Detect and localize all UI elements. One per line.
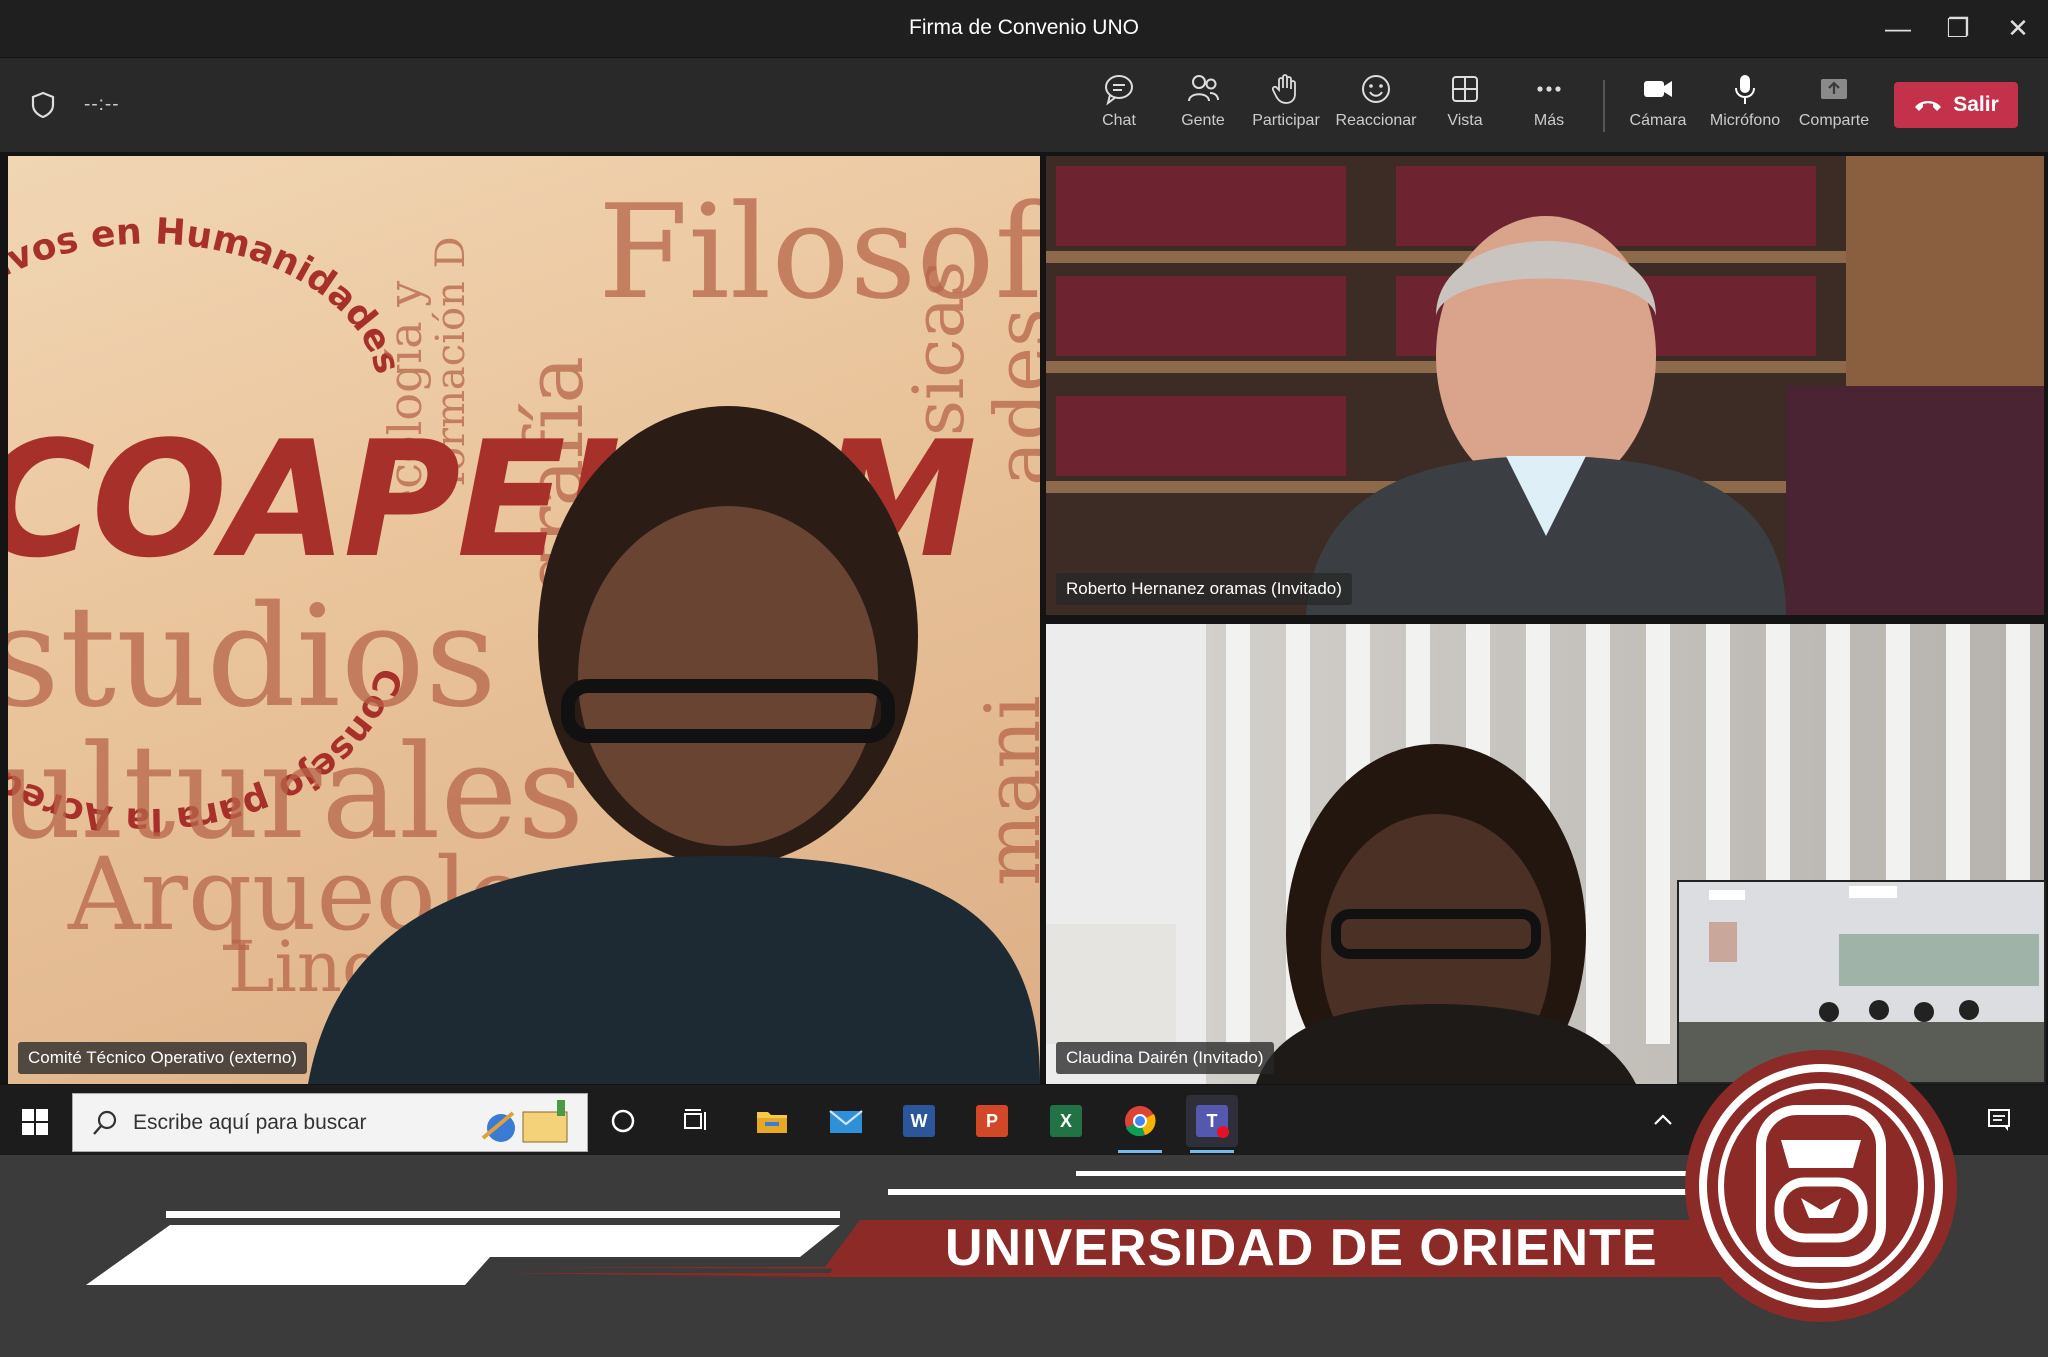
- react-button[interactable]: Reaccionar: [1333, 72, 1419, 144]
- hang-up-icon: [1915, 101, 1942, 111]
- leave-button[interactable]: Salir: [1894, 82, 2018, 128]
- microphone-label: Micrófono: [1709, 112, 1781, 129]
- excel-button[interactable]: X: [1040, 1095, 1092, 1147]
- close-button[interactable]: ✕: [1988, 0, 2048, 57]
- more-icon: [1537, 86, 1561, 92]
- grid-view-icon: [1452, 76, 1478, 102]
- mail-button[interactable]: [820, 1095, 872, 1147]
- raise-hand-icon: [1271, 74, 1296, 104]
- video-tile-main[interactable]: tivos en Humanidades Consejo para la Acr…: [8, 156, 1040, 1084]
- search-highlight-illustration-icon: [481, 1100, 568, 1143]
- shield-icon[interactable]: [30, 91, 56, 119]
- chrome-icon: [1125, 1106, 1156, 1137]
- chat-icon: [1105, 75, 1133, 106]
- camera-icon: [1644, 81, 1672, 97]
- banner-university-name: UNIVERSIDAD DE ORIENTE: [945, 1219, 1658, 1277]
- cortana-button[interactable]: [597, 1095, 649, 1147]
- search-icon: [93, 1110, 117, 1135]
- task-view-icon: [684, 1109, 706, 1130]
- microphone-button[interactable]: Micrófono: [1702, 72, 1788, 144]
- taskbar-search-box[interactable]: Escribe aquí para buscar: [72, 1093, 588, 1152]
- people-label: Gente: [1181, 112, 1225, 129]
- file-explorer-button[interactable]: [746, 1095, 798, 1147]
- search-placeholder: Escribe aquí para buscar: [133, 1111, 367, 1134]
- camera-label: Cámara: [1629, 112, 1687, 129]
- more-label: Más: [1533, 112, 1565, 129]
- university-logo-seal: [1685, 1050, 1957, 1322]
- camera-button[interactable]: Cámara: [1615, 72, 1701, 144]
- chrome-active-indicator: [1118, 1150, 1162, 1153]
- word-button[interactable]: W: [893, 1095, 945, 1147]
- restore-button[interactable]: ❐: [1928, 0, 1988, 57]
- cortana-icon: [611, 1109, 635, 1133]
- chat-button[interactable]: Chat: [1076, 72, 1162, 144]
- participant-silhouette-main: [308, 406, 1040, 1084]
- share-icon: [1821, 79, 1847, 99]
- powerpoint-button[interactable]: P: [966, 1095, 1018, 1147]
- windows-start-icon[interactable]: [20, 1107, 50, 1137]
- smiley-icon: [1362, 75, 1390, 103]
- view-button[interactable]: Vista: [1422, 72, 1508, 144]
- chrome-button[interactable]: [1114, 1095, 1166, 1153]
- leave-label: Salir: [1953, 93, 1999, 116]
- participant-name-main: Comité Técnico Operativo (externo): [18, 1042, 307, 1074]
- meeting-timer: --:--: [84, 94, 120, 115]
- chevron-up-icon[interactable]: [1652, 1109, 1674, 1131]
- view-label: Vista: [1447, 112, 1483, 129]
- chat-label: Chat: [1102, 112, 1136, 129]
- teams-active-indicator: [1190, 1150, 1234, 1153]
- notifications-icon[interactable]: [1986, 1107, 2012, 1133]
- react-label: Reaccionar: [1335, 112, 1417, 129]
- video-tile-top-right[interactable]: Roberto Hernanez oramas (Invitado): [1046, 156, 2044, 615]
- more-button[interactable]: Más: [1506, 72, 1592, 144]
- word-icon: W: [903, 1105, 935, 1137]
- teams-recording-badge-icon: [1217, 1126, 1229, 1138]
- task-view-button[interactable]: [670, 1095, 722, 1147]
- microphone-icon: [1735, 75, 1755, 104]
- mail-icon: [829, 1110, 863, 1133]
- share-label: Comparte: [1798, 112, 1870, 129]
- participant-name-top-right: Roberto Hernanez oramas (Invitado): [1056, 573, 1352, 605]
- folder-icon: [757, 1112, 787, 1133]
- teams-button[interactable]: T: [1186, 1095, 1238, 1153]
- people-icon: [1188, 75, 1219, 102]
- video-grid: tivos en Humanidades Consejo para la Acr…: [0, 152, 2048, 1085]
- bookshelf-background: [1046, 156, 2044, 615]
- minimize-button[interactable]: —: [1868, 0, 1928, 57]
- title-bar: Firma de Convenio UNO — ❐ ✕: [0, 0, 2048, 57]
- raise-hand-label: Participar: [1252, 112, 1320, 129]
- share-button[interactable]: Comparte: [1791, 72, 1877, 144]
- participant-name-bottom-right: Claudina Dairén (Invitado): [1056, 1042, 1274, 1074]
- excel-icon: X: [1050, 1105, 1082, 1137]
- raise-hand-button[interactable]: Participar: [1243, 72, 1329, 144]
- people-button[interactable]: Gente: [1160, 72, 1246, 144]
- window-title: Firma de Convenio UNO: [909, 16, 1139, 39]
- powerpoint-icon: P: [976, 1105, 1008, 1137]
- toolbar-separator: [1603, 80, 1605, 132]
- meeting-controls-bar: --:-- Chat Gente Participar Reaccionar V…: [0, 57, 2048, 152]
